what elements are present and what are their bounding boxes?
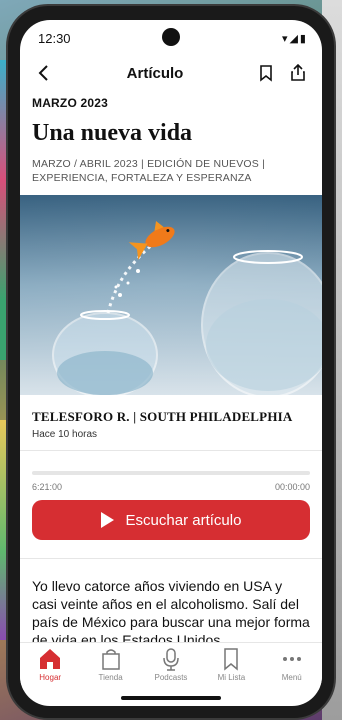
tab-label: Mi Lista bbox=[217, 673, 246, 682]
status-icons: ▾◢▮ bbox=[281, 32, 308, 45]
front-camera bbox=[162, 28, 180, 46]
listen-article-label: Escuchar artículo bbox=[125, 511, 242, 529]
article-body: Yo llevo catorce años viviendo en USA y … bbox=[32, 578, 310, 642]
bookmark-icon bbox=[224, 648, 239, 671]
tab-tienda[interactable]: Tienda bbox=[82, 647, 140, 682]
tab-hogar[interactable]: Hogar bbox=[21, 647, 79, 682]
audio-times: 6:21:00 00:00:00 bbox=[32, 482, 310, 492]
audio-progress-bar[interactable] bbox=[32, 471, 310, 475]
shopping-bag-icon bbox=[101, 649, 120, 670]
phone-frame: 12:30 ▾◢▮ Artículo MARZO 2023 Una nueva … bbox=[8, 6, 334, 718]
bookmark-button[interactable] bbox=[254, 61, 278, 85]
home-indicator[interactable] bbox=[121, 696, 221, 700]
tab-label: Hogar bbox=[39, 673, 62, 682]
nav-actions bbox=[254, 61, 310, 85]
article-author: TELESFORO R. | SOUTH PHILADELPHIA bbox=[32, 409, 293, 424]
microphone-icon bbox=[163, 648, 179, 671]
author-block: TELESFORO R. | SOUTH PHILADELPHIA Hace 1… bbox=[20, 395, 322, 451]
play-icon bbox=[100, 512, 114, 528]
bookmark-icon bbox=[260, 65, 272, 82]
article-kicker: MARZO 2023 bbox=[32, 96, 109, 110]
tab-menu[interactable]: Menú bbox=[263, 647, 321, 682]
share-button[interactable] bbox=[286, 61, 310, 85]
more-icon bbox=[282, 657, 301, 661]
audio-elapsed: 6:21:00 bbox=[32, 482, 63, 492]
share-icon bbox=[291, 64, 305, 81]
home-icon bbox=[40, 649, 61, 669]
audio-player: 6:21:00 00:00:00 Escuchar artículo bbox=[20, 451, 322, 552]
listen-article-button[interactable]: Escuchar artículo bbox=[32, 500, 310, 540]
audio-remaining: 00:00:00 bbox=[274, 482, 310, 492]
tab-label: Tienda bbox=[98, 673, 123, 682]
hero-image bbox=[20, 195, 322, 395]
article-title: Una nueva vida bbox=[32, 120, 193, 146]
nav-bar: Artículo bbox=[20, 56, 322, 90]
phone-screen: 12:30 ▾◢▮ Artículo MARZO 2023 Una nueva … bbox=[20, 20, 322, 706]
article-time-ago: Hace 10 horas bbox=[32, 429, 98, 440]
tab-podcasts[interactable]: Podcasts bbox=[142, 647, 200, 682]
status-time: 12:30 bbox=[38, 30, 71, 46]
bottom-tab-bar: Hogar Tienda Podcasts Mi Lista Menú bbox=[20, 642, 322, 690]
page-title: Artículo bbox=[126, 64, 184, 82]
tab-mi-lista[interactable]: Mi Lista bbox=[202, 647, 260, 682]
chevron-left-icon bbox=[38, 65, 48, 81]
tab-label: Menú bbox=[281, 673, 302, 682]
article-meta: MARZO / ABRIL 2023 | EDICIÓN DE NUEVOS |… bbox=[32, 158, 266, 184]
goldfish-bowls-illustration bbox=[20, 195, 322, 395]
back-button[interactable] bbox=[32, 61, 56, 85]
article-content[interactable]: MARZO 2023 Una nueva vida MARZO / ABRIL … bbox=[20, 90, 322, 642]
tab-label: Podcasts bbox=[154, 673, 188, 682]
